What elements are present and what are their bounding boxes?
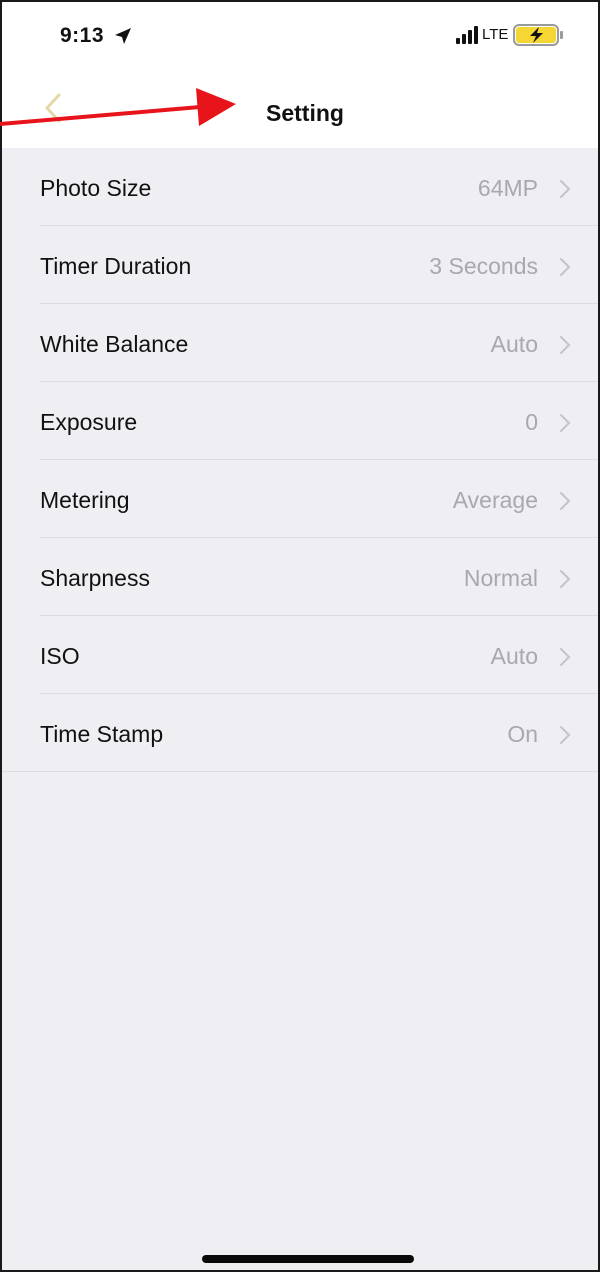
settings-row-exposure[interactable]: Exposure 0 bbox=[2, 382, 598, 460]
location-arrow-icon bbox=[115, 28, 131, 44]
row-value: On bbox=[507, 721, 538, 747]
settings-row-time-stamp[interactable]: Time Stamp On bbox=[2, 694, 598, 772]
row-value: 64MP bbox=[477, 175, 538, 201]
row-label: Exposure bbox=[40, 409, 138, 435]
chevron-right-icon bbox=[560, 492, 571, 510]
chevron-right-icon bbox=[560, 180, 571, 198]
chevron-right-icon bbox=[560, 570, 571, 588]
status-time: 9:13 bbox=[60, 24, 105, 47]
page-title: Setting bbox=[266, 100, 344, 126]
row-value: 0 bbox=[525, 409, 538, 435]
settings-row-timer-duration[interactable]: Timer Duration 3 Seconds bbox=[2, 226, 598, 304]
row-label: ISO bbox=[40, 643, 80, 669]
row-label: White Balance bbox=[40, 331, 189, 357]
settings-row-white-balance[interactable]: White Balance Auto bbox=[2, 304, 598, 382]
row-label: Metering bbox=[40, 487, 130, 513]
row-value: Average bbox=[452, 487, 538, 513]
settings-row-photo-size[interactable]: Photo Size 64MP bbox=[2, 148, 598, 226]
row-label: Sharpness bbox=[40, 565, 150, 591]
row-value: Auto bbox=[490, 331, 538, 357]
chevron-right-icon bbox=[560, 414, 571, 432]
home-indicator[interactable] bbox=[202, 1255, 414, 1263]
row-value: Normal bbox=[463, 565, 538, 591]
row-value: 3 Seconds bbox=[429, 253, 538, 279]
battery-charging-icon bbox=[513, 24, 563, 46]
row-label: Photo Size bbox=[40, 175, 152, 201]
chevron-right-icon bbox=[560, 648, 571, 666]
network-type-label: LTE bbox=[482, 26, 509, 43]
signal-bars-icon bbox=[456, 26, 478, 44]
settings-row-metering[interactable]: Metering Average bbox=[2, 460, 598, 538]
phone-screen: 9:13 LTE Setting Photo Size 64MP Timer D… bbox=[0, 0, 600, 1272]
status-bar: 9:13 LTE bbox=[2, 2, 598, 68]
settings-list: Photo Size 64MP Timer Duration 3 Seconds… bbox=[2, 148, 598, 772]
row-label: Timer Duration bbox=[40, 253, 192, 279]
settings-row-sharpness[interactable]: Sharpness Normal bbox=[2, 538, 598, 616]
chevron-right-icon bbox=[560, 258, 571, 276]
row-label: Time Stamp bbox=[40, 721, 164, 747]
navigation-bar: Setting bbox=[2, 68, 598, 148]
chevron-right-icon bbox=[560, 336, 571, 354]
chevron-right-icon bbox=[560, 726, 571, 744]
row-value: Auto bbox=[490, 643, 538, 669]
settings-row-iso[interactable]: ISO Auto bbox=[2, 616, 598, 694]
